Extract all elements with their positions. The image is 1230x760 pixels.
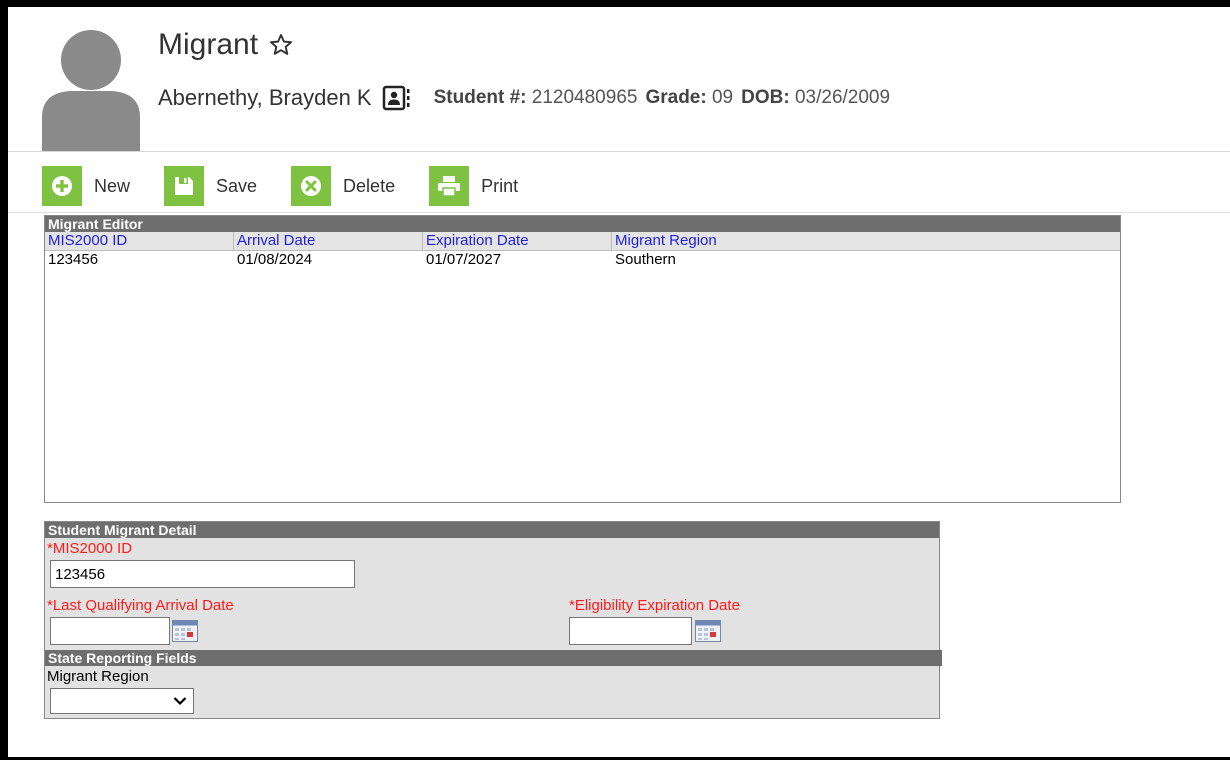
student-grade: Grade: 09 [645,87,734,108]
delete-button[interactable]: Delete [291,166,395,206]
column-header-mis2000-id[interactable]: MIS2000 ID [45,232,234,250]
delete-button-label: Delete [343,175,396,196]
printer-icon [429,166,470,206]
eligibility-expiration-date-label: *Eligibility Expiration Date [569,597,740,614]
arrival-date-input[interactable] [50,617,170,645]
student-dob: DOB: 03/26/2009 [741,87,891,108]
last-qualifying-arrival-date-label: *Last Qualifying Arrival Date [47,597,234,614]
save-button-label: Save [216,175,258,196]
detail-title: Student Migrant Detail [45,522,939,538]
student-name: Abernethy, Brayden K [158,85,372,110]
new-button-label: New [94,175,131,196]
column-header-arrival-date[interactable]: Arrival Date [234,232,423,250]
calendar-icon[interactable] [172,620,198,642]
column-header-expiration-date[interactable]: Expiration Date [423,232,612,250]
floppy-disk-icon [164,166,205,206]
student-avatar [42,30,140,151]
column-header-migrant-region[interactable]: Migrant Region [612,232,812,250]
new-button[interactable]: New [42,166,130,206]
x-circle-icon [291,166,332,206]
expiration-date-input[interactable] [569,617,692,645]
student-migrant-detail-panel: Student Migrant Detail *MIS2000 ID *Last… [44,521,942,719]
cell-arrival-date: 01/08/2024 [237,251,313,268]
page-title-text: Migrant [158,28,259,61]
contact-card-icon[interactable] [382,85,410,111]
student-info: Abernethy, Brayden K Student #: 21204809… [158,85,898,111]
mis2000-id-label: *MIS2000 ID [47,540,133,557]
page: Migrant Abernethy, Brayden K Student #: … [8,7,1230,757]
migrant-region-select[interactable] [50,688,194,714]
star-icon[interactable] [268,32,294,58]
cell-migrant-region: Southern [615,251,676,268]
mis2000-id-input[interactable] [50,560,355,588]
student-number: Student #: 2120480965 [433,87,638,108]
action-toolbar: New Save Delete Print [42,161,552,211]
page-title: Migrant [158,27,294,63]
grid-header: MIS2000 ID Arrival Date Expiration Date … [45,232,1120,251]
cell-expiration-date: 01/07/2027 [426,251,502,268]
table-row[interactable]: 123456 01/08/2024 01/07/2027 Southern [45,251,1120,269]
plus-circle-icon [42,166,82,206]
print-button[interactable]: Print [429,166,518,206]
state-reporting-fields-title: State Reporting Fields [45,650,942,666]
print-button-label: Print [481,175,519,196]
toolbar-divider [8,212,1230,213]
header-divider [8,151,1230,152]
cell-mis2000-id: 123456 [48,251,99,268]
migrant-region-label: Migrant Region [47,668,149,685]
chevron-down-icon [173,697,187,706]
save-button[interactable]: Save [164,166,257,206]
migrant-editor-title: Migrant Editor [45,216,1120,232]
migrant-editor-panel: Migrant Editor MIS2000 ID Arrival Date E… [44,215,1121,503]
calendar-icon[interactable] [695,620,721,642]
